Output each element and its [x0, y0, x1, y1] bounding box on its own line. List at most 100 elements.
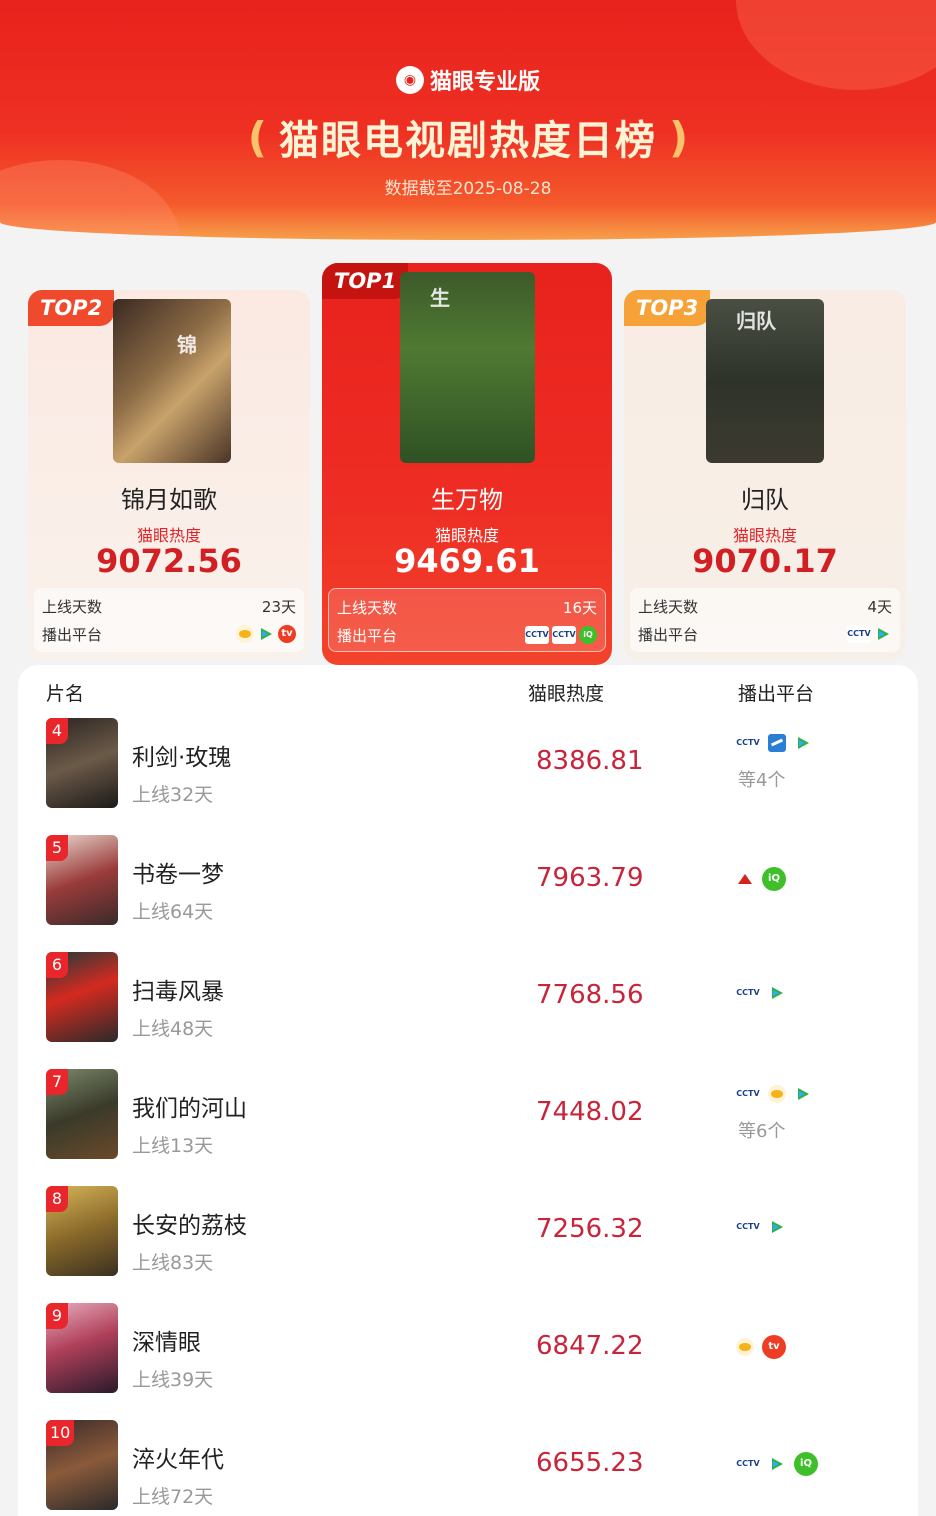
brand: ◉ 猫眼专业版	[0, 64, 936, 96]
poster-image: 归队	[706, 299, 824, 463]
poster-image: 锦	[113, 299, 231, 463]
iqiyi-icon: iQ	[762, 867, 786, 891]
days-value: 16天	[562, 598, 597, 617]
show-title: 淬火年代	[132, 1447, 224, 1473]
days-online: 上线64天	[132, 901, 214, 923]
list-item[interactable]: 6 扫毒风暴 上线48天 7768.56 CCTV	[18, 952, 918, 1069]
days-online: 上线48天	[132, 1018, 214, 1040]
top1-card[interactable]: TOP1 生 生万物 猫眼热度 9469.61 上线天数 16天 播出平台 CC…	[322, 263, 612, 665]
platform-label: 播出平台	[638, 625, 699, 644]
rank-badge: 9	[46, 1303, 68, 1329]
heat-value: 8386.81	[536, 746, 644, 776]
mgtv-icon: tv	[762, 1335, 786, 1359]
tencent-video-icon	[768, 1218, 786, 1236]
platform-icons: tv	[736, 1335, 786, 1359]
col-name-header: 片名	[46, 683, 85, 705]
heat-value: 7448.02	[536, 1097, 644, 1127]
heat-value: 6847.22	[536, 1331, 644, 1361]
list-header: 片名 猫眼热度 播出平台	[18, 679, 918, 705]
cctv-icon: CCTV	[736, 984, 760, 1002]
rank-badge: 6	[46, 952, 68, 978]
rank-badge: 7	[46, 1069, 68, 1095]
mango-icon	[768, 1085, 786, 1103]
more-platforms: 等4个	[738, 770, 786, 791]
days-label: 上线天数	[42, 597, 103, 616]
list-item[interactable]: 8 长安的荔枝 上线83天 7256.32 CCTV	[18, 1186, 918, 1303]
platform-icons: CCTV CCTV iQ	[525, 626, 597, 644]
heat-value: 6655.23	[536, 1448, 644, 1478]
top3-card[interactable]: TOP3 归队 归队 猫眼热度 9070.17 上线天数 4天 播出平台 CCT…	[624, 290, 906, 660]
platform-icons: tv	[236, 625, 296, 643]
show-title: 生万物	[431, 486, 503, 514]
info-box: 上线天数 4天 播出平台 CCTV	[630, 588, 900, 652]
list-item[interactable]: 9 深情眼 上线39天 6847.22 tv	[18, 1303, 918, 1420]
maoyan-logo-icon: ◉	[395, 66, 424, 94]
top2-card[interactable]: TOP2 锦 锦月如歌 猫眼热度 9072.56 上线天数 23天 播出平台 t…	[28, 290, 310, 660]
brand-name: 猫眼专业版	[429, 70, 540, 95]
show-title: 长安的荔枝	[132, 1213, 247, 1239]
platform-icons: CCTV	[736, 734, 812, 752]
heat-value: 9072.56	[96, 542, 242, 580]
days-value: 4天	[867, 597, 892, 616]
heat-value: 7963.79	[536, 863, 644, 893]
cctv-icon: CCTV	[552, 626, 576, 644]
show-title: 归队	[741, 486, 789, 514]
poster-thumbnail: 10	[46, 1420, 118, 1510]
heat-value: 9469.61	[394, 542, 540, 580]
tencent-video-icon	[794, 1085, 812, 1103]
tencent-video-icon	[874, 625, 892, 643]
cctv-icon: CCTV	[736, 1218, 760, 1236]
poster-thumbnail: 7	[46, 1069, 118, 1159]
data-date: 数据截至2025-08-28	[0, 174, 936, 199]
poster-thumbnail: 4	[46, 718, 118, 808]
tencent-video-icon	[768, 984, 786, 1002]
date-value: 2025-08-28	[452, 179, 552, 199]
cctv-icon: CCTV	[847, 625, 871, 643]
cctv-icon: CCTV	[736, 1455, 760, 1473]
rank-tag: TOP3	[624, 290, 711, 326]
heat-value: 7256.32	[536, 1214, 644, 1244]
rank-tag: TOP1	[322, 263, 409, 299]
decor-blob	[0, 160, 180, 240]
mgtv-icon: tv	[278, 625, 296, 643]
mango-icon	[736, 1338, 754, 1356]
date-prefix: 数据截至	[384, 179, 453, 199]
list-item[interactable]: 5 书卷一梦 上线64天 7963.79 iQ	[18, 835, 918, 952]
days-online: 上线39天	[132, 1369, 214, 1391]
iqiyi-icon: iQ	[794, 1452, 818, 1476]
platform-icons: CCTV	[736, 1085, 812, 1103]
heat-value: 7768.56	[536, 980, 644, 1010]
list-item[interactable]: 10 淬火年代 上线72天 6655.23 CCTV iQ	[18, 1420, 918, 1516]
poster-thumbnail: 5	[46, 835, 118, 925]
info-box: 上线天数 23天 播出平台 tv	[34, 588, 304, 652]
rank-badge: 4	[46, 718, 68, 744]
title-row: ( 猫眼电视剧热度日榜 )	[0, 108, 936, 166]
jiangsu-tv-icon	[736, 870, 754, 888]
rank-tag: TOP2	[28, 290, 115, 326]
poster-image: 生	[400, 272, 535, 463]
list-item[interactable]: 4 利剑·玫瑰 上线32天 8386.81 CCTV 等4个	[18, 718, 918, 835]
mango-icon	[236, 625, 254, 643]
show-title: 锦月如歌	[121, 486, 217, 514]
tencent-video-icon	[257, 625, 275, 643]
platform-icons: iQ	[736, 867, 786, 891]
list-item[interactable]: 7 我们的河山 上线13天 7448.02 CCTV 等6个	[18, 1069, 918, 1186]
days-value: 23天	[261, 597, 296, 616]
poster-thumbnail: 9	[46, 1303, 118, 1393]
poster-thumbnail: 6	[46, 952, 118, 1042]
platform-label: 播出平台	[337, 626, 398, 645]
platform-label: 播出平台	[42, 625, 103, 644]
tencent-video-icon	[768, 1455, 786, 1473]
show-title: 扫毒风暴	[132, 979, 224, 1005]
laurel-left-icon: (	[247, 112, 267, 162]
days-online: 上线32天	[132, 784, 214, 806]
page-title: 猫眼电视剧热度日榜	[279, 118, 657, 164]
info-box: 上线天数 16天 播出平台 CCTV CCTV iQ	[328, 588, 606, 652]
poster-art: 生	[430, 286, 450, 310]
show-title: 书卷一梦	[132, 862, 224, 888]
show-title: 深情眼	[132, 1330, 201, 1356]
zhejiang-tv-icon	[768, 734, 786, 752]
tencent-video-icon	[794, 734, 812, 752]
poster-thumbnail: 8	[46, 1186, 118, 1276]
cctv-icon: CCTV	[736, 1085, 760, 1103]
